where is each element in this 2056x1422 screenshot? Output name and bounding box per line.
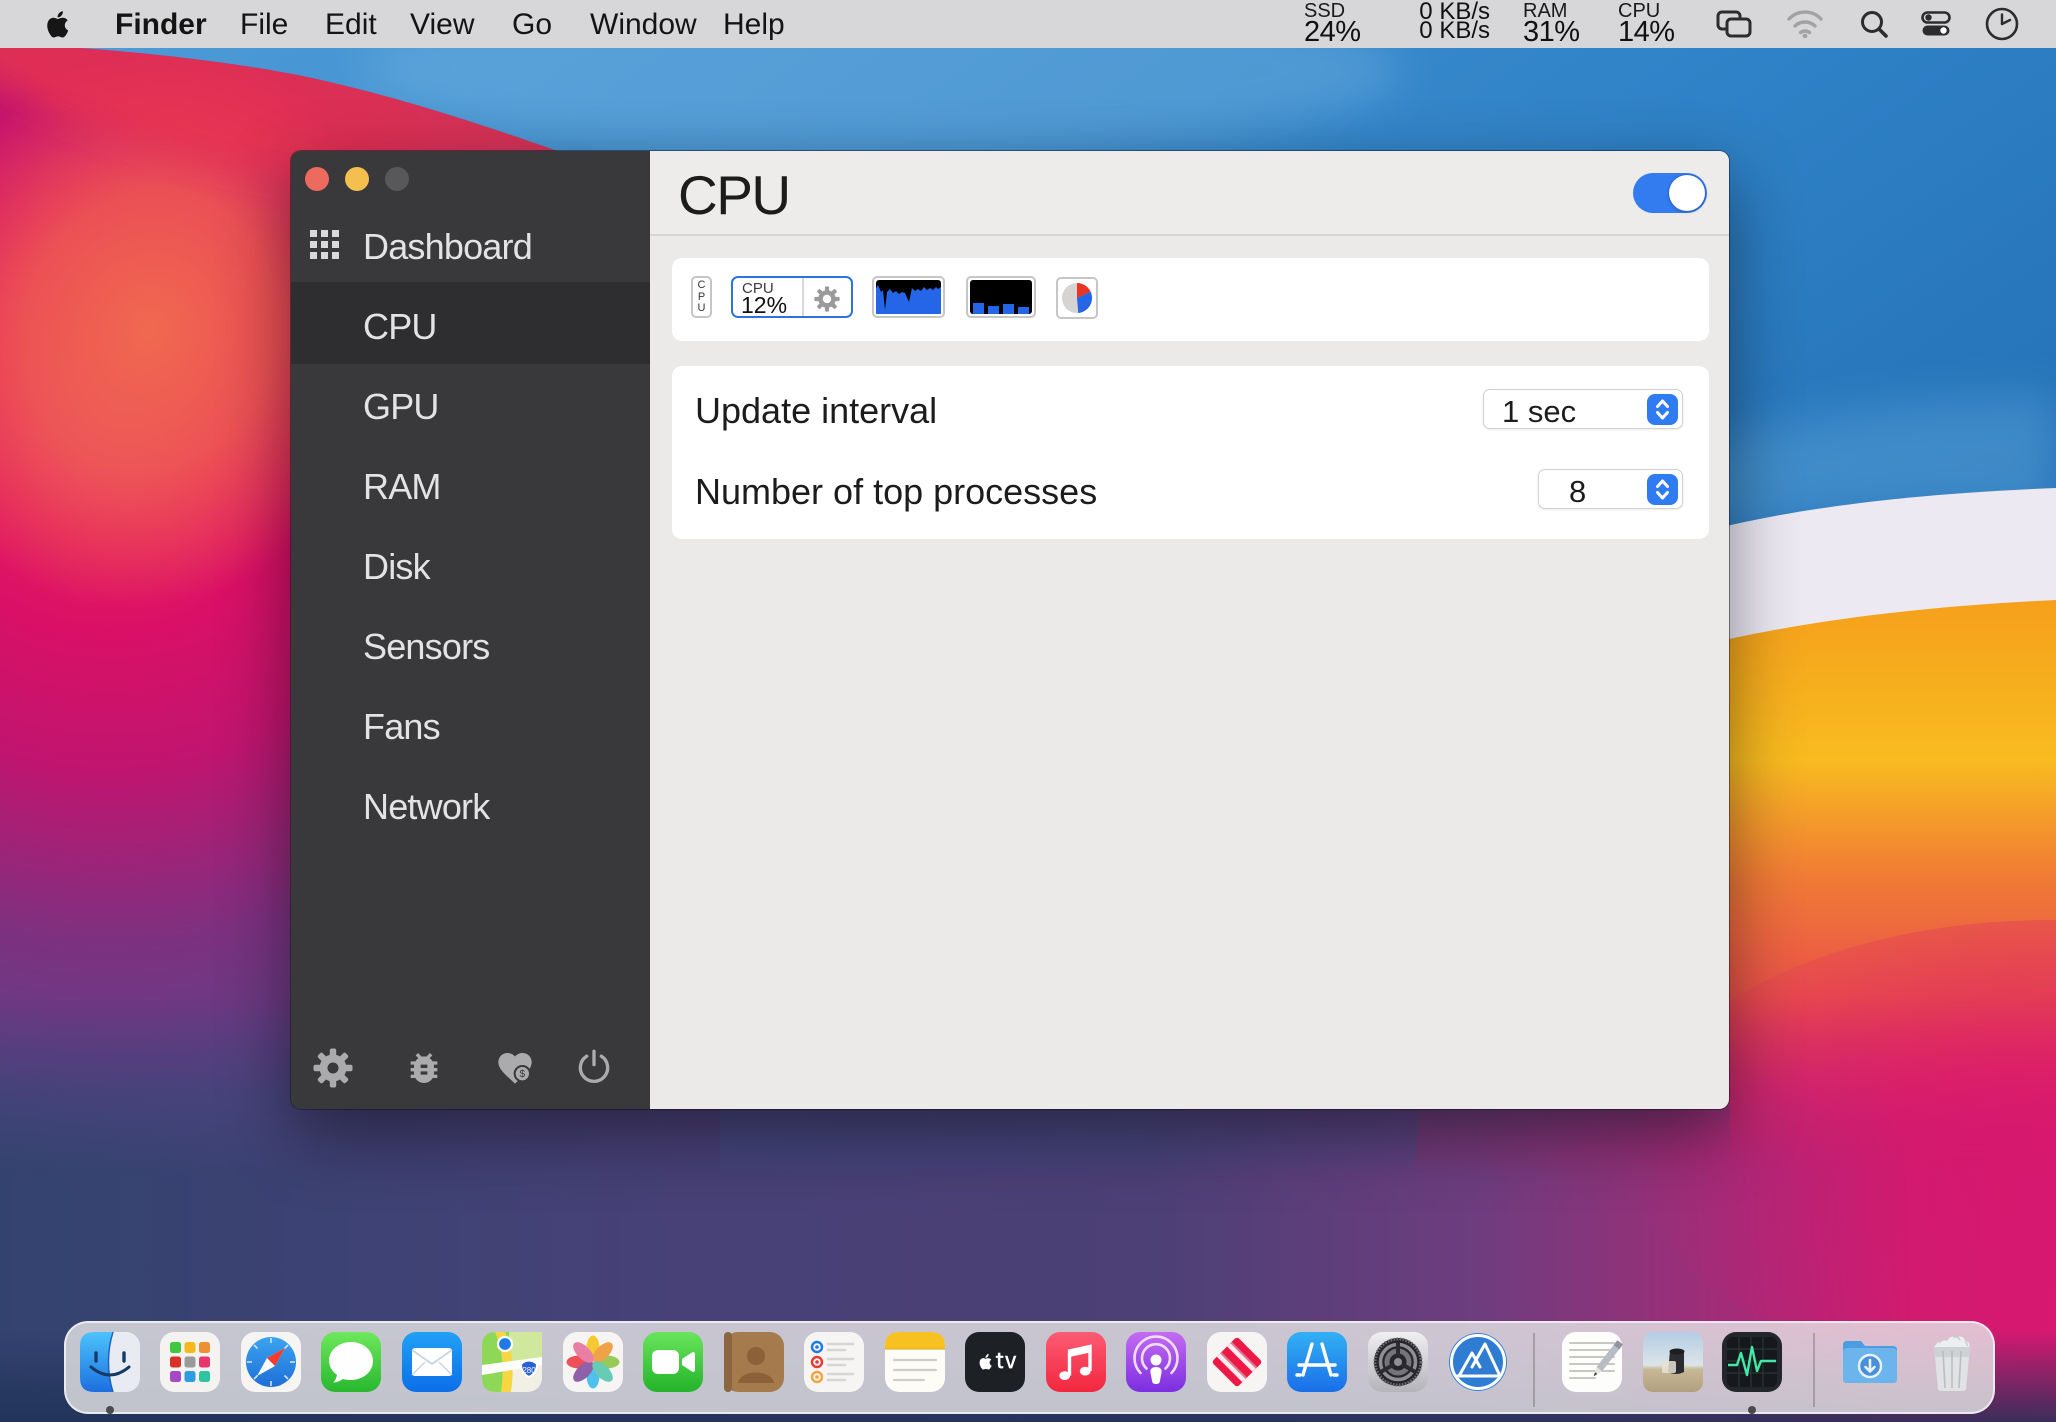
- svg-text:280: 280: [522, 1366, 536, 1375]
- svg-text:$: $: [520, 1069, 526, 1080]
